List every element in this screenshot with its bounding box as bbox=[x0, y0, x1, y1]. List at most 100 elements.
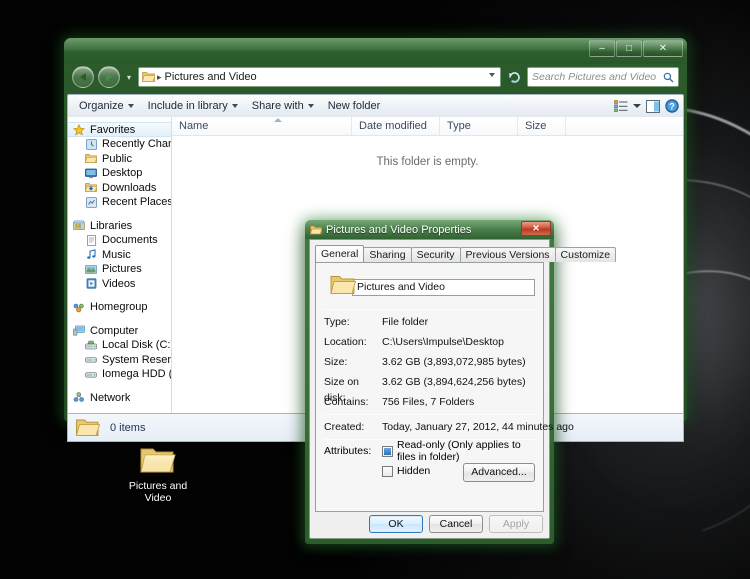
desktop-icon-pictures-and-video[interactable]: Pictures and Video bbox=[120, 444, 196, 504]
ok-button[interactable]: OK bbox=[369, 515, 423, 533]
nav-group-spacer bbox=[68, 291, 171, 300]
property-value: 3.62 GB (3,894,624,256 bytes) bbox=[382, 376, 526, 388]
drive-icon bbox=[84, 353, 98, 366]
breadcrumb-path[interactable]: Pictures and Video bbox=[165, 71, 257, 83]
drive-icon bbox=[84, 368, 98, 381]
property-key: Type: bbox=[324, 316, 350, 328]
documents-icon bbox=[84, 234, 98, 247]
properties-body: General Sharing Security Previous Versio… bbox=[309, 239, 617, 539]
address-bar[interactable]: ▸ Pictures and Video bbox=[138, 67, 501, 87]
close-icon[interactable]: ✕ bbox=[521, 221, 551, 236]
column-header-size[interactable]: Size bbox=[518, 117, 566, 136]
close-button[interactable]: ✕ bbox=[643, 40, 683, 57]
hidden-checkbox[interactable] bbox=[382, 465, 393, 477]
share-with-menu-button[interactable]: Share with bbox=[245, 97, 321, 115]
nav-label: Music bbox=[102, 248, 131, 261]
tab-sharing[interactable]: Sharing bbox=[363, 247, 412, 262]
system-drive-icon bbox=[84, 339, 98, 352]
search-icon[interactable] bbox=[663, 72, 674, 83]
nav-label: Recently Change bbox=[102, 138, 171, 151]
empty-folder-message: This folder is empty. bbox=[376, 156, 479, 168]
nav-item-iomega-hdd-f[interactable]: Iomega HDD (F:) bbox=[68, 367, 171, 382]
computer-icon bbox=[72, 324, 86, 337]
nav-item-recently-changed[interactable]: Recently Change bbox=[68, 137, 171, 152]
folder-icon bbox=[84, 152, 98, 165]
nav-item-documents[interactable]: Documents bbox=[68, 233, 171, 248]
column-header-type[interactable]: Type bbox=[440, 117, 518, 136]
nav-group-spacer bbox=[68, 210, 171, 219]
minimize-button[interactable]: – bbox=[589, 40, 615, 57]
attributes-label: Attributes: bbox=[324, 445, 372, 457]
refresh-button[interactable] bbox=[505, 67, 523, 87]
search-placeholder: Search Pictures and Video bbox=[532, 71, 657, 83]
nav-item-music[interactable]: Music bbox=[68, 248, 171, 263]
forward-arrow-icon bbox=[106, 73, 112, 81]
nav-item-desktop[interactable]: Desktop bbox=[68, 166, 171, 181]
star-icon bbox=[72, 123, 86, 136]
folder-icon bbox=[76, 417, 100, 438]
tab-previous-versions[interactable]: Previous Versions bbox=[459, 247, 556, 262]
nav-item-recent-places[interactable]: Recent Places bbox=[68, 195, 171, 210]
refresh-icon bbox=[508, 72, 520, 83]
apply-button[interactable]: Apply bbox=[489, 515, 543, 533]
help-icon[interactable]: ? bbox=[665, 99, 679, 113]
property-key: Size: bbox=[324, 356, 348, 368]
column-header-date-modified[interactable]: Date modified bbox=[352, 117, 440, 136]
folder-name-input[interactable]: Pictures and Video bbox=[352, 278, 535, 296]
properties-titlebar[interactable]: Pictures and Video Properties ✕ bbox=[305, 220, 554, 239]
chevron-down-icon bbox=[307, 104, 314, 108]
nav-root-homegroup[interactable]: Homegroup bbox=[68, 300, 171, 315]
explorer-titlebar[interactable]: – □ ✕ bbox=[64, 38, 687, 64]
maximize-button[interactable]: □ bbox=[616, 40, 642, 57]
property-key: Location: bbox=[324, 336, 367, 348]
search-input[interactable]: Search Pictures and Video bbox=[527, 67, 679, 87]
view-options-icon[interactable] bbox=[614, 100, 628, 112]
nav-item-videos[interactable]: Videos bbox=[68, 277, 171, 292]
nav-root-libraries[interactable]: Libraries bbox=[68, 219, 171, 234]
window-controls: – □ ✕ bbox=[589, 40, 683, 57]
readonly-checkbox-row[interactable]: Read-only (Only applies to files in fold… bbox=[382, 439, 535, 463]
preview-pane-icon[interactable] bbox=[646, 99, 660, 113]
nav-root-network[interactable]: Network bbox=[68, 391, 171, 406]
readonly-checkbox[interactable] bbox=[382, 445, 393, 457]
property-value: 756 Files, 7 Folders bbox=[382, 396, 475, 408]
divider bbox=[324, 309, 535, 310]
properties-dialog[interactable]: Pictures and Video Properties ✕ General … bbox=[305, 220, 617, 544]
downloads-icon bbox=[84, 181, 98, 194]
nav-item-local-disk-c[interactable]: Local Disk (C:) bbox=[68, 338, 171, 353]
nav-item-downloads[interactable]: Downloads bbox=[68, 181, 171, 196]
organize-menu-button[interactable]: Organize bbox=[72, 97, 141, 115]
nav-item-pictures[interactable]: Pictures bbox=[68, 262, 171, 277]
tab-general[interactable]: General bbox=[315, 245, 365, 262]
nav-root-computer[interactable]: Computer bbox=[68, 324, 171, 339]
back-arrow-icon bbox=[80, 73, 86, 81]
share-with-label: Share with bbox=[251, 100, 304, 112]
organize-label: Organize bbox=[79, 100, 124, 112]
tab-security[interactable]: Security bbox=[410, 247, 461, 262]
property-value: C:\Users\Impulse\Desktop bbox=[382, 336, 504, 348]
nav-item-system-reserved[interactable]: System Reserved bbox=[68, 353, 171, 368]
advanced-button[interactable]: Advanced... bbox=[463, 463, 535, 482]
nav-item-public[interactable]: Public bbox=[68, 152, 171, 167]
command-bar: Organize Include in library Share with N… bbox=[67, 94, 684, 117]
nav-label: Favorites bbox=[90, 123, 136, 136]
nav-root-favorites[interactable]: Favorites bbox=[68, 122, 171, 137]
desktop-icon bbox=[84, 167, 98, 180]
new-folder-button[interactable]: New folder bbox=[321, 97, 388, 115]
property-row-location: Location: C:\Users\Impulse\Desktop bbox=[324, 334, 535, 350]
desktop-background: Pictures and Video – □ ✕ ▾ ▸ Pictures an… bbox=[0, 0, 750, 579]
forward-button[interactable] bbox=[98, 66, 120, 88]
recent-locations-chevron-down-icon[interactable]: ▾ bbox=[124, 73, 134, 82]
nav-label: Network bbox=[90, 391, 131, 404]
navigation-pane[interactable]: Favorites Recently Change Public bbox=[68, 117, 171, 413]
column-header-name[interactable]: Name bbox=[172, 117, 352, 136]
view-chevron-down-icon[interactable] bbox=[633, 104, 641, 108]
back-button[interactable] bbox=[72, 66, 94, 88]
cancel-button[interactable]: Cancel bbox=[429, 515, 483, 533]
include-in-library-menu-button[interactable]: Include in library bbox=[141, 97, 245, 115]
tab-customize[interactable]: Customize bbox=[554, 247, 617, 262]
address-chevron-down-icon[interactable] bbox=[489, 73, 495, 77]
column-header-filler bbox=[566, 117, 683, 136]
videos-icon bbox=[84, 277, 98, 290]
property-value: Today, January 27, 2012, 44 minutes ago bbox=[382, 421, 574, 433]
